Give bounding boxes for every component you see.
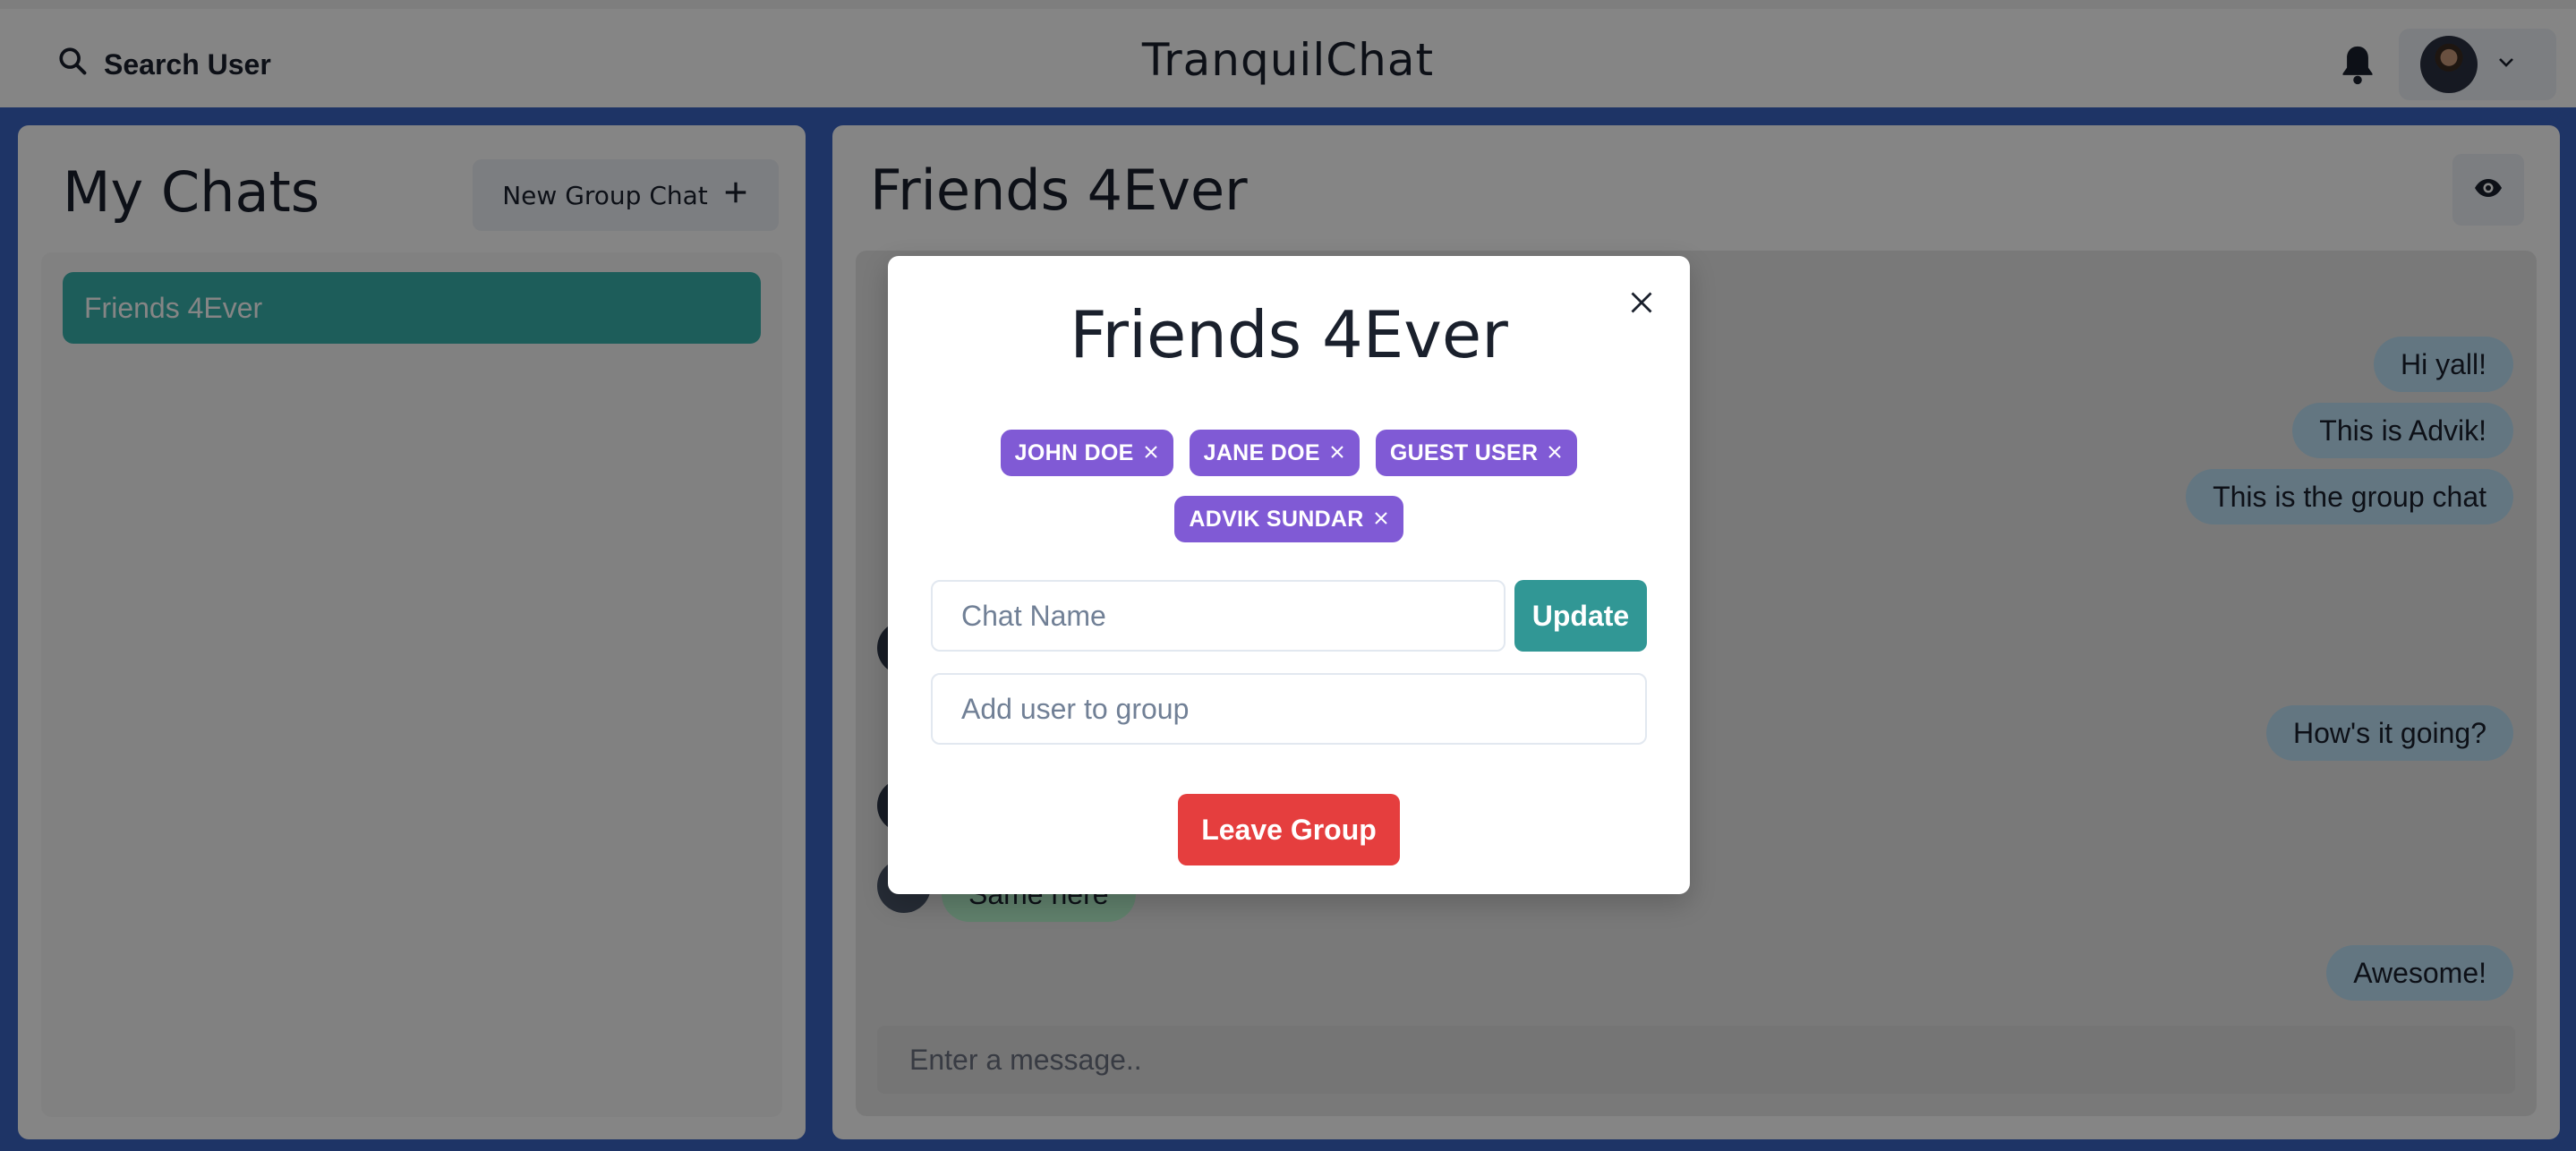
modal-title: Friends 4Ever (1070, 297, 1508, 372)
member-badge-label: JANE DOE (1203, 439, 1320, 465)
member-badge-label: ADVIK SUNDAR (1189, 506, 1364, 532)
member-badge[interactable]: GUEST USER (1375, 430, 1578, 476)
member-badge[interactable]: ADVIK SUNDAR (1174, 496, 1403, 542)
group-settings-modal: Friends 4Ever JOHN DOE JANE DOE GUEST US… (888, 256, 1690, 894)
add-user-input[interactable] (931, 673, 1647, 745)
remove-icon[interactable] (1143, 440, 1159, 466)
member-badge-label: GUEST USER (1389, 439, 1539, 465)
member-badge[interactable]: JOHN DOE (1000, 430, 1173, 476)
chat-name-input[interactable] (931, 580, 1506, 652)
member-badge-label: JOHN DOE (1014, 439, 1134, 465)
remove-icon[interactable] (1547, 440, 1563, 466)
update-button[interactable]: Update (1514, 580, 1647, 652)
close-icon (1629, 290, 1654, 320)
remove-icon[interactable] (1329, 440, 1345, 466)
member-badge[interactable]: JANE DOE (1189, 430, 1360, 476)
leave-group-button[interactable]: Leave Group (1178, 794, 1400, 865)
close-button[interactable] (1618, 281, 1665, 328)
member-badges: JOHN DOE JANE DOE GUEST USER ADVIK SUNDA… (924, 430, 1654, 542)
remove-icon[interactable] (1373, 507, 1389, 533)
